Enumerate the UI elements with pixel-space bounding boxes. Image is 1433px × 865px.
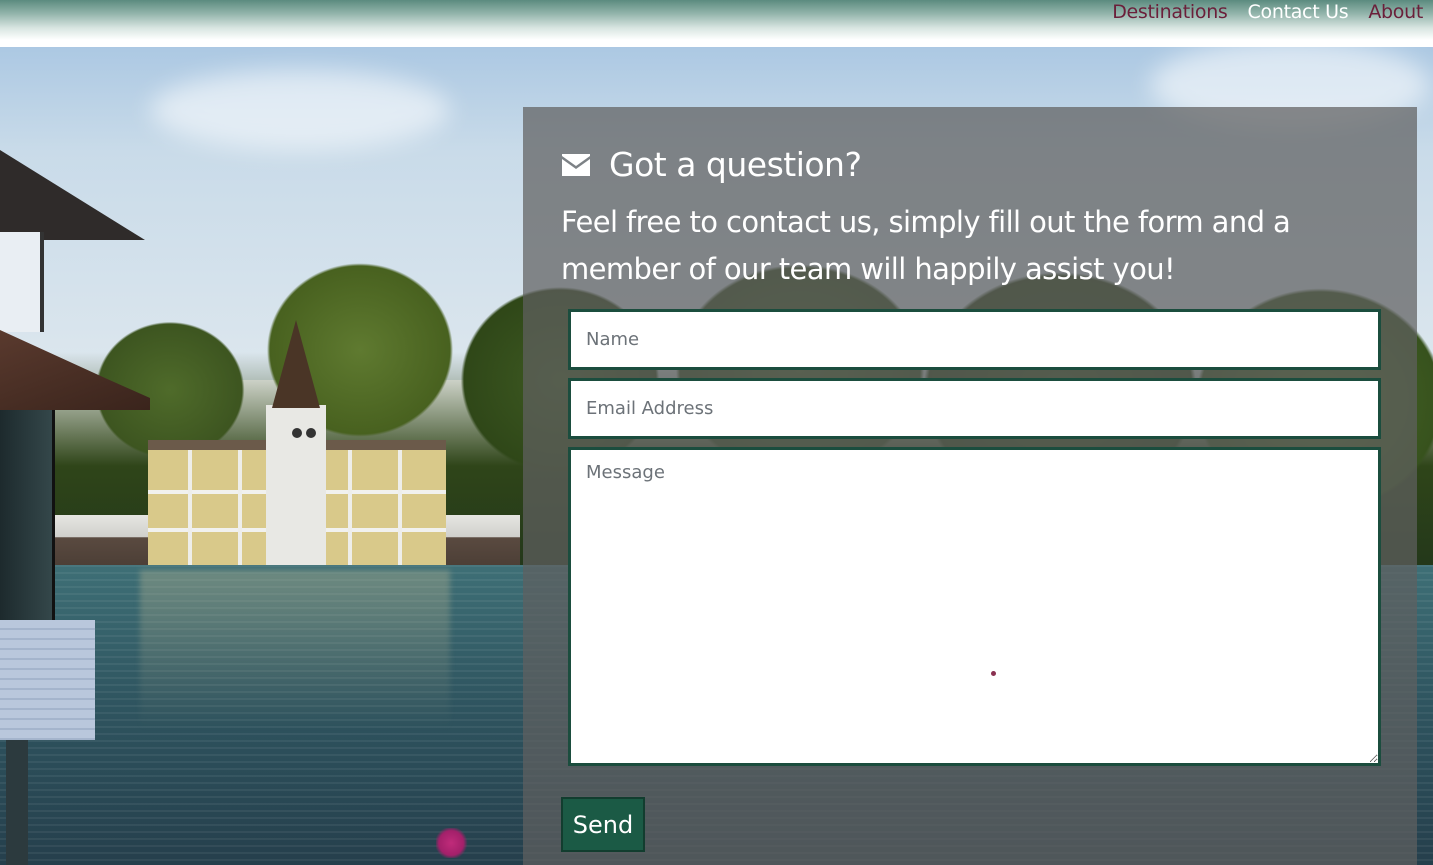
contact-heading-text: Got a question? [609,145,862,184]
name-input[interactable] [568,309,1381,370]
nav-link-destinations[interactable]: Destinations [1112,0,1228,25]
pavilion-glass [0,410,55,630]
page: Destinations Contact Us About Got a ques… [0,0,1433,865]
post [348,450,352,580]
contact-heading: Got a question? [561,145,862,184]
nav-link-about[interactable]: About [1368,0,1423,25]
water-reflection [140,570,450,730]
pavilion-leg [6,740,28,865]
envelope-icon [562,153,590,176]
clock-face [306,428,316,438]
pavilion-base [0,620,95,740]
pavilion-window [0,232,44,332]
send-button[interactable]: Send [561,797,645,852]
flower [436,828,474,858]
post [238,450,242,580]
clock-face [292,428,302,438]
nav-link-contact-us[interactable]: Contact Us [1248,0,1349,25]
email-input[interactable] [568,378,1381,439]
nav-links: Destinations Contact Us About [1112,0,1423,25]
pavilion-roof [0,150,145,240]
post [398,450,402,580]
top-nav: Destinations Contact Us About [0,0,1433,47]
post [188,450,192,580]
cloud [150,70,450,150]
message-textarea[interactable] [568,447,1381,766]
contact-panel: Got a question? Feel free to contact us,… [523,107,1417,865]
tower-roof [272,320,320,408]
contact-intro: Feel free to contact us, simply fill out… [561,205,1291,286]
cursor-dot [991,671,996,676]
